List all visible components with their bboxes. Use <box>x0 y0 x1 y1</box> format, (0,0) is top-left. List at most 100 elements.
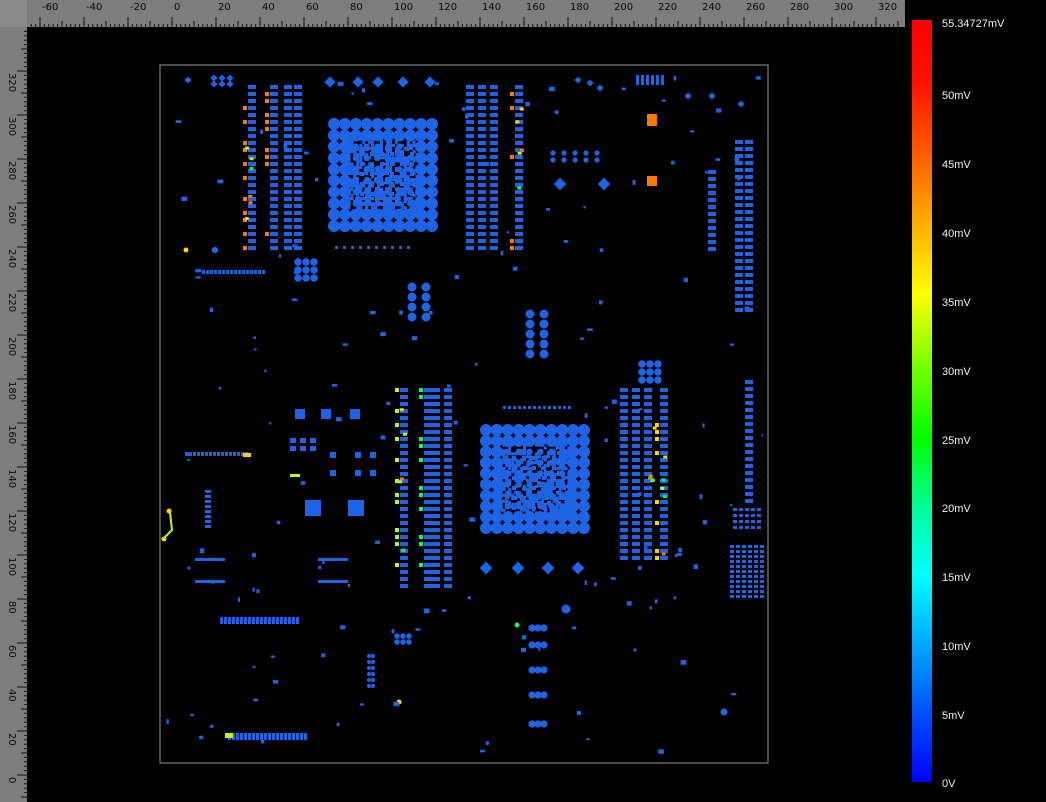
hot-pad <box>265 113 269 117</box>
bga-ball <box>356 206 360 210</box>
passive-column <box>515 141 523 145</box>
pad <box>579 337 585 340</box>
bga-ball <box>540 502 544 506</box>
passive-column <box>745 401 753 405</box>
hot-pad <box>243 162 247 166</box>
bga-ball <box>512 476 516 480</box>
passive-column <box>632 388 640 392</box>
pad <box>610 577 616 580</box>
hot-pad <box>243 197 247 201</box>
bga-ball <box>328 186 340 198</box>
passive-column <box>284 211 292 215</box>
pcb-voltage-map[interactable] <box>27 27 905 802</box>
passive-column <box>620 549 628 553</box>
passive-column <box>248 141 256 145</box>
connector-pin <box>760 595 764 598</box>
bga-ball <box>549 511 553 515</box>
horizontal-ruler[interactable]: -60 -40 -20 0 20 40 60 80 100 120 140 160 180 200 220 2… <box>0 0 905 27</box>
bga-ball <box>523 502 527 506</box>
passive-column <box>515 204 523 208</box>
via <box>525 339 535 349</box>
connector-pin <box>730 565 734 568</box>
bga-ball <box>355 157 359 161</box>
bga-ball <box>542 496 546 500</box>
bga-ball <box>501 424 514 436</box>
hot-pad <box>660 486 665 490</box>
ic <box>295 409 305 419</box>
passive-column <box>424 563 432 567</box>
bga-ball <box>543 514 547 518</box>
hot-pad <box>243 120 247 124</box>
hot-pad <box>419 437 423 441</box>
hot-pad <box>647 114 657 126</box>
ruler-tick-label: 100 <box>394 2 414 13</box>
pad <box>683 277 689 283</box>
via <box>638 368 646 376</box>
bga-ball <box>370 152 374 156</box>
bga-ball <box>505 505 509 509</box>
bga-ball <box>356 137 360 141</box>
passive-column <box>735 182 743 186</box>
pad <box>276 733 279 740</box>
bga-ball <box>359 165 363 169</box>
connector-pin <box>754 575 758 578</box>
passive-column <box>515 246 523 250</box>
passive-column <box>490 141 498 145</box>
passive-column <box>444 423 452 427</box>
pad <box>731 692 737 696</box>
pad <box>370 470 376 476</box>
bga-ball <box>502 455 506 459</box>
passive-column <box>466 92 474 96</box>
vertical-ruler[interactable]: 320 300 280 260 240 220 200 180 160 140 120 100 80 60… <box>0 27 27 802</box>
bga-ball <box>344 199 348 204</box>
passive-column <box>400 444 408 448</box>
passive-column <box>424 486 432 490</box>
connector-pin <box>742 580 746 583</box>
pad <box>253 336 256 339</box>
bga-ball <box>511 502 515 506</box>
passive-column <box>515 218 523 222</box>
pad <box>300 733 303 740</box>
passive-column <box>620 465 628 469</box>
passive-column <box>515 92 523 96</box>
bga-ball <box>526 511 530 515</box>
connector-pin <box>754 595 758 598</box>
bga-ball <box>376 171 381 176</box>
pad <box>246 270 249 274</box>
bga-ball <box>496 455 500 459</box>
bga-ball <box>375 157 379 161</box>
hot-pad <box>395 437 399 441</box>
bga-ball <box>388 140 392 144</box>
pad <box>205 500 211 503</box>
pad <box>303 151 309 155</box>
hot-pad <box>243 176 247 180</box>
bga-ball <box>532 456 536 460</box>
bga-ball <box>578 456 590 469</box>
passive-column <box>270 120 278 124</box>
bga-ball <box>388 206 392 210</box>
passive-column <box>294 99 302 103</box>
bga-ball <box>391 209 395 213</box>
bga-ball <box>405 147 409 151</box>
trace <box>195 580 225 583</box>
bga-ball <box>527 461 531 465</box>
connector-pin <box>733 508 737 511</box>
bga-ball <box>350 162 354 166</box>
passive-column <box>270 190 278 194</box>
legend-colorbar <box>912 20 932 782</box>
via <box>561 604 571 614</box>
pad <box>221 452 224 456</box>
hot-pad <box>655 549 659 553</box>
bga-ball <box>385 197 389 201</box>
pad <box>272 617 275 624</box>
passive-column <box>735 161 743 165</box>
bga-ball <box>512 424 525 436</box>
passive-column <box>284 218 292 222</box>
bga-ball <box>567 522 580 534</box>
passive-column <box>424 521 432 525</box>
hot-pad <box>419 458 423 462</box>
board-view-canvas[interactable] <box>27 27 905 802</box>
passive-column <box>745 210 753 214</box>
bga-ball <box>394 181 398 185</box>
passive-column <box>432 423 440 427</box>
